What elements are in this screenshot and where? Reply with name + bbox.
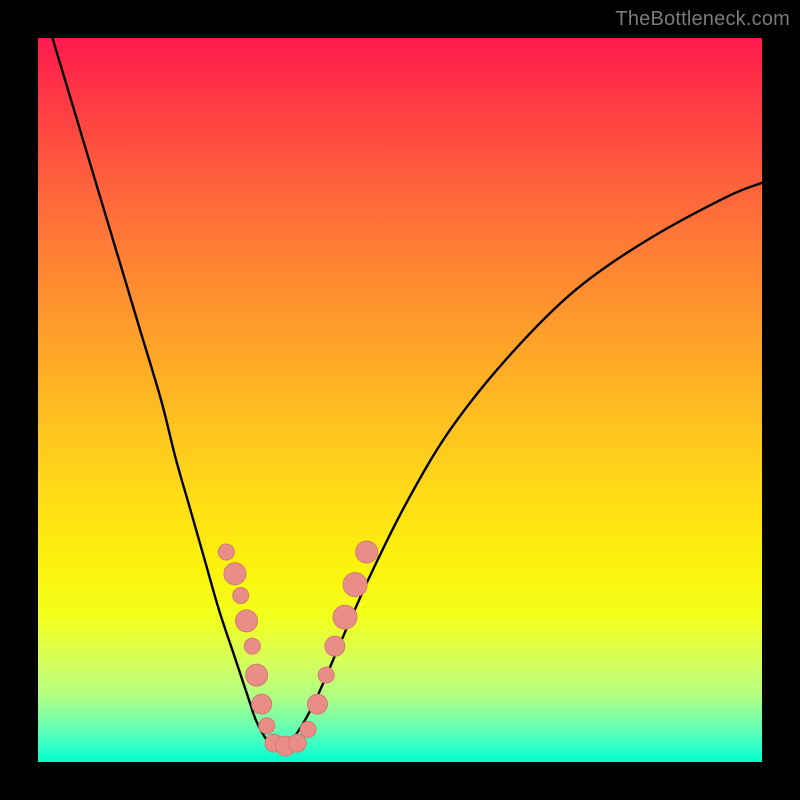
- data-marker: [259, 718, 275, 734]
- data-marker: [318, 667, 334, 683]
- data-marker: [300, 721, 316, 737]
- data-marker: [333, 605, 357, 629]
- data-marker: [236, 610, 258, 632]
- data-marker: [224, 563, 246, 585]
- data-marker: [356, 541, 378, 563]
- series-right-curve: [277, 183, 762, 748]
- chart-frame: TheBottleneck.com: [0, 0, 800, 800]
- data-marker: [343, 573, 367, 597]
- data-marker: [218, 544, 234, 560]
- data-marker: [246, 664, 268, 686]
- curves-layer: [0, 0, 800, 800]
- data-marker: [252, 694, 272, 714]
- data-marker: [288, 734, 306, 752]
- data-marker: [307, 694, 327, 714]
- data-marker: [233, 587, 249, 603]
- data-marker: [325, 636, 345, 656]
- data-marker: [244, 638, 260, 654]
- series-left-curve: [52, 38, 276, 748]
- watermark-text: TheBottleneck.com: [615, 8, 790, 31]
